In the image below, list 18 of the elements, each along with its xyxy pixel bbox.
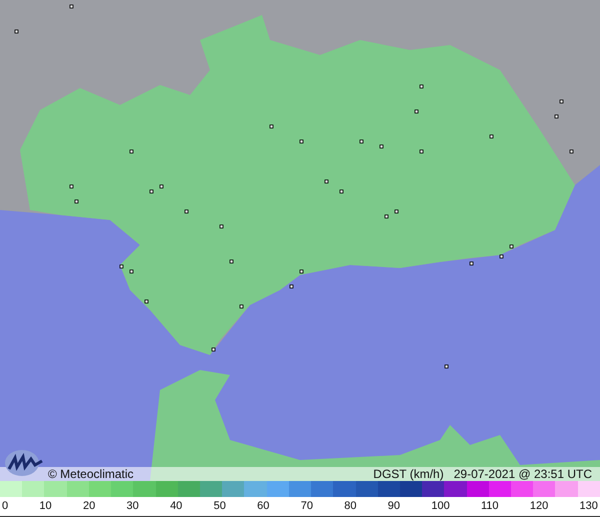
scale-label: 60 — [257, 500, 270, 512]
scale-label: 70 — [300, 500, 313, 512]
scale-label: 40 — [170, 500, 182, 512]
scale-label: 100 — [431, 500, 450, 512]
scale-label: 90 — [388, 500, 400, 512]
scale-label: 50 — [214, 500, 226, 512]
credit-text: © Meteoclimatic — [48, 467, 134, 481]
timestamp: 29-07-2021 @ 23:51 UTC — [454, 467, 592, 481]
scale-label: 30 — [126, 500, 139, 512]
scale-label: 10 — [39, 500, 52, 512]
scale-label: 120 — [530, 500, 548, 512]
scale-label: 110 — [481, 500, 499, 512]
scale-label: 80 — [344, 500, 356, 512]
scale-label: 0 — [2, 500, 8, 512]
variable-label: DGST (km/h) — [373, 467, 444, 481]
scale-label: 20 — [82, 500, 96, 512]
logo-icon — [4, 449, 44, 477]
scale-label: 130 — [580, 500, 598, 512]
